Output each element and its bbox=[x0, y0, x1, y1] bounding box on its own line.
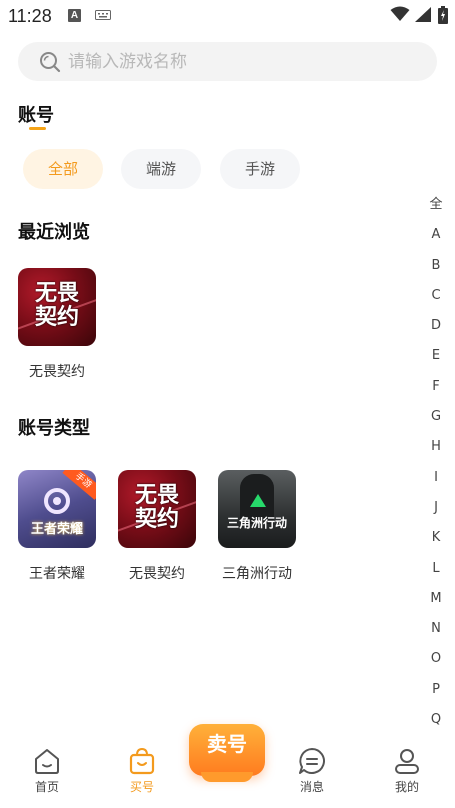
alpha-index-item[interactable]: B bbox=[426, 255, 446, 285]
tab-messages-label: 消息 bbox=[299, 780, 324, 794]
keyboard-icon bbox=[95, 10, 111, 20]
wuwei-logo-text: 无畏 契约 bbox=[34, 281, 79, 330]
alpha-index-item[interactable]: P bbox=[426, 679, 446, 709]
wangzhe-ring-dot bbox=[53, 497, 61, 505]
alpha-index-item[interactable]: N bbox=[426, 618, 446, 648]
sell-button-base bbox=[201, 772, 253, 782]
signal-icon bbox=[415, 7, 431, 22]
recent-game-tile[interactable]: 无畏 契约 无畏契约 bbox=[17, 268, 97, 381]
wuwei-icon: 无畏 契约 bbox=[118, 470, 196, 548]
tab-messages[interactable]: 消息 bbox=[282, 746, 342, 795]
search-bar[interactable] bbox=[18, 42, 437, 81]
alpha-index-item[interactable]: Q bbox=[426, 709, 446, 739]
status-bar: 11:28 A bbox=[0, 0, 455, 34]
alpha-index-item[interactable]: E bbox=[426, 345, 446, 375]
types-section-title: 账号类型 bbox=[18, 418, 90, 439]
alpha-index-item[interactable]: O bbox=[426, 648, 446, 678]
wifi-icon bbox=[390, 6, 410, 21]
filter-chip-all[interactable]: 全部 bbox=[23, 149, 103, 189]
alpha-index-item[interactable]: H bbox=[426, 436, 446, 466]
tab-profile[interactable]: 我的 bbox=[377, 746, 437, 795]
status-time: 11:28 bbox=[8, 6, 52, 26]
alpha-index-item[interactable]: J bbox=[426, 497, 446, 527]
shopping-bag-icon bbox=[129, 747, 155, 775]
notification-a-icon: A bbox=[68, 9, 81, 22]
alpha-index-item[interactable]: F bbox=[426, 376, 446, 406]
game-name: 无畏契约 bbox=[29, 364, 85, 380]
tab-buy[interactable]: 买号 bbox=[112, 746, 172, 795]
alpha-index-item[interactable]: G bbox=[426, 406, 446, 436]
recent-section-title: 最近浏览 bbox=[18, 222, 90, 243]
search-icon bbox=[40, 52, 61, 73]
type-game-tile[interactable]: 无畏 契约 无畏契约 bbox=[117, 470, 197, 583]
tab-home-label: 首页 bbox=[34, 780, 59, 794]
delta-icon: 三角洲行动 bbox=[218, 470, 296, 548]
alpha-index-item[interactable]: 全 bbox=[426, 194, 446, 224]
wuwei-icon: 无畏 契约 bbox=[18, 268, 96, 346]
alphabet-index[interactable]: 全 A B C D E F G H I J K L M N O P Q bbox=[426, 194, 446, 739]
profile-icon bbox=[395, 749, 419, 774]
alpha-index-item[interactable]: C bbox=[426, 285, 446, 315]
alpha-index-item[interactable]: K bbox=[426, 527, 446, 557]
alpha-index-item[interactable]: M bbox=[426, 588, 446, 618]
message-icon bbox=[299, 748, 325, 774]
wuwei-logo-text: 无畏 契约 bbox=[134, 483, 179, 532]
wangzhe-icon: 王者荣耀 手游 bbox=[18, 470, 96, 548]
tab-buy-label: 买号 bbox=[129, 780, 154, 794]
delta-triangle bbox=[250, 494, 266, 507]
sell-button-label: 卖号 bbox=[207, 732, 247, 756]
alpha-index-item[interactable]: D bbox=[426, 315, 446, 345]
game-name: 三角洲行动 bbox=[222, 566, 292, 582]
game-name: 无畏契约 bbox=[129, 566, 185, 582]
tab-home[interactable]: 首页 bbox=[17, 746, 77, 795]
alpha-index-item[interactable]: I bbox=[426, 467, 446, 497]
filter-chip-pc[interactable]: 端游 bbox=[121, 149, 201, 189]
search-input[interactable] bbox=[68, 42, 408, 81]
delta-logo-text: 三角洲行动 bbox=[226, 516, 287, 530]
wangzhe-logo-text: 王者荣耀 bbox=[30, 522, 83, 537]
filter-chip-mobile[interactable]: 手游 bbox=[220, 149, 300, 189]
title-underline bbox=[29, 127, 46, 130]
account-section-title: 账号 bbox=[18, 105, 54, 126]
type-game-tile[interactable]: 王者荣耀 手游 王者荣耀 bbox=[17, 470, 97, 583]
type-game-tile[interactable]: 三角洲行动 三角洲行动 bbox=[217, 470, 297, 583]
home-icon bbox=[35, 749, 59, 774]
battery-icon bbox=[438, 6, 448, 24]
alpha-index-item[interactable]: L bbox=[426, 558, 446, 588]
game-name: 王者荣耀 bbox=[29, 566, 85, 582]
tab-profile-label: 我的 bbox=[394, 780, 419, 794]
alpha-index-item[interactable]: A bbox=[426, 224, 446, 254]
sell-account-button[interactable]: 卖号 bbox=[189, 724, 265, 782]
